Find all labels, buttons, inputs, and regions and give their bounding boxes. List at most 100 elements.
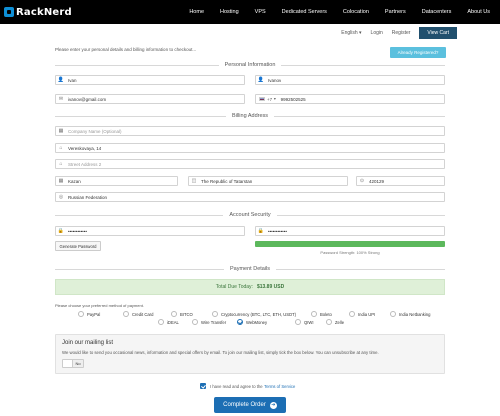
payment-method-wire-transfer[interactable]: Wire Transfer [192,319,237,325]
main-nav-links: Home Hosting VPS Dedicated Servers Coloc… [181,0,498,24]
logo-text: RackNerd [16,6,72,18]
radio-icon [311,311,317,317]
radio-icon [390,311,396,317]
state-value: The Republic of Tatarstan [201,178,253,184]
already-registered-button[interactable]: Already Registered? [390,47,446,58]
payment-method-credit-card[interactable]: Credit Card [123,311,171,317]
arrow-right-icon: ➜ [269,401,277,409]
state-field[interactable]: ◫ The Republic of Tatarstan [188,176,348,186]
radio-icon [295,319,301,325]
payment-method-label: Wire Transfer [201,319,227,325]
language-selector[interactable]: English ▾ [341,30,361,36]
nav-vps[interactable]: VPS [247,9,274,15]
payment-method-boleto[interactable]: Boleto [311,311,349,317]
nav-partners[interactable]: Partners [377,9,414,15]
payment-method-label: PayPal [87,311,101,317]
confirm-password-field[interactable]: 🔒 •••••••••••• [255,226,445,236]
billing-address-heading: Billing Address [55,112,446,120]
phone-country-code[interactable]: +7 [267,97,272,102]
first-name-value: Ivan [68,77,77,83]
globe-icon: ◎ [58,194,64,200]
email-field[interactable]: ✉ ivanov@gmail.com [55,94,245,104]
payment-method-intro: Please choose your preferred method of p… [55,303,144,308]
personal-info-heading: Personal Information [55,61,445,69]
street-address-2-field[interactable]: ⌂ Street Address 2 [55,159,445,169]
phone-field[interactable]: +7 ▼ 9992502525 [255,94,445,104]
payment-method-webmoney[interactable]: WebMoney [237,319,295,325]
payment-method-ideal[interactable]: iDEAL [158,319,192,325]
register-link[interactable]: Register [392,30,411,36]
nav-colocation[interactable]: Colocation [335,9,377,15]
russia-flag-icon [259,97,265,101]
tos-checkbox[interactable] [200,383,206,389]
view-cart-button[interactable]: View Cart [419,27,457,39]
country-value: Russian Federation [68,194,108,200]
lock-icon: 🔒 [257,228,265,234]
radio-icon [158,319,164,325]
racknerd-logo[interactable]: RackNerd [4,5,72,19]
section-label: Personal Information [224,62,276,68]
payment-method-india-upi[interactable]: India UPI [349,311,390,317]
payment-method-zelle[interactable]: Zelle [326,319,344,325]
postcode-icon: ⊙ [359,178,365,184]
mailing-list-panel: Join our mailing list We would like to s… [55,334,445,374]
payment-method-label: Boleto [320,311,332,317]
last-name-field[interactable]: 👤 Ivanov [255,75,445,85]
total-due-box: Total Due Today: $13.89 USD [55,279,445,295]
country-select[interactable]: ◎ Russian Federation [55,192,445,202]
phone-value: 9992502525 [280,96,306,102]
terms-of-service-link[interactable]: Terms of Service [264,384,295,389]
payment-method-label: Credit Card [132,311,154,317]
total-due-label: Total Due Today: [215,284,253,290]
street-address-field[interactable]: ⌂ Vereskovaya, 14 [55,143,445,153]
login-link[interactable]: Login [371,30,383,36]
payment-method-cryptocurrency[interactable]: Cryptocurrency (BTC, LTC, ETH, USDT) [212,311,311,317]
payment-method-label: India UPI [358,311,376,317]
payment-method-label: Zelle [335,319,345,325]
postcode-field[interactable]: ⊙ 420129 [356,176,445,186]
map-marker-icon: ⌂ [59,161,63,167]
nav-about-us[interactable]: About Us [459,9,498,15]
payment-method-qiwi[interactable]: QIWI [295,319,326,325]
payment-method-paypal[interactable]: PayPal [78,311,123,317]
postcode-value: 420129 [369,178,385,184]
payment-method-india-netbanking[interactable]: India Netbanking [390,311,430,317]
nav-hosting[interactable]: Hosting [212,9,247,15]
payment-details-heading: Payment Details [55,265,446,273]
payment-method-label: QIWI [304,319,314,325]
complete-order-button[interactable]: Complete Order ➜ [214,397,286,413]
payment-method-label: India Netbanking [399,311,431,317]
building-icon: ▦ [58,128,64,134]
password-field[interactable]: 🔒 •••••••••••• [55,226,245,236]
payment-method-bitco[interactable]: BITCO [171,311,212,317]
top-navbar: RackNerd Home Hosting VPS Dedicated Serv… [0,0,500,24]
building-icon: ▦ [58,178,64,184]
company-name-field[interactable]: ▦ Company Name (Optional) [55,126,445,136]
caret-down-icon: ▼ [273,97,277,101]
city-value: Kazan [68,178,81,184]
nav-dedicated-servers[interactable]: Dedicated Servers [274,9,335,15]
mailing-list-text: We would like to send you occasional new… [62,350,379,355]
payment-method-label: BITCO [180,311,193,317]
section-label: Payment Details [229,266,271,272]
mailing-list-toggle[interactable]: No [62,359,84,368]
nav-home[interactable]: Home [181,9,212,15]
last-name-value: Ivanov [268,77,282,83]
map-icon: ◫ [191,178,197,184]
language-label: English [341,30,358,36]
company-placeholder: Company Name (Optional) [68,128,122,134]
first-name-field[interactable]: 👤 Ivan [55,75,245,85]
tos-prefix: I have read and agree to the [210,383,263,389]
city-field[interactable]: ▦ Kazan [55,176,178,186]
toggle-label: No [73,360,83,367]
password-strength-bar [255,241,445,247]
radio-icon [349,311,355,317]
generate-password-button[interactable]: Generate Password [55,241,101,251]
caret-down-icon: ▾ [359,30,362,36]
account-subnav: English ▾ Login Register View Cart [341,27,500,39]
user-icon: 👤 [57,77,65,83]
nav-datacenters[interactable]: Datacenters [414,9,460,15]
map-marker-icon: ⌂ [59,145,63,151]
checkout-intro-text: Please enter your personal details and b… [55,47,197,52]
tos-agreement: I have read and agree to the Terms of Se… [200,383,297,389]
